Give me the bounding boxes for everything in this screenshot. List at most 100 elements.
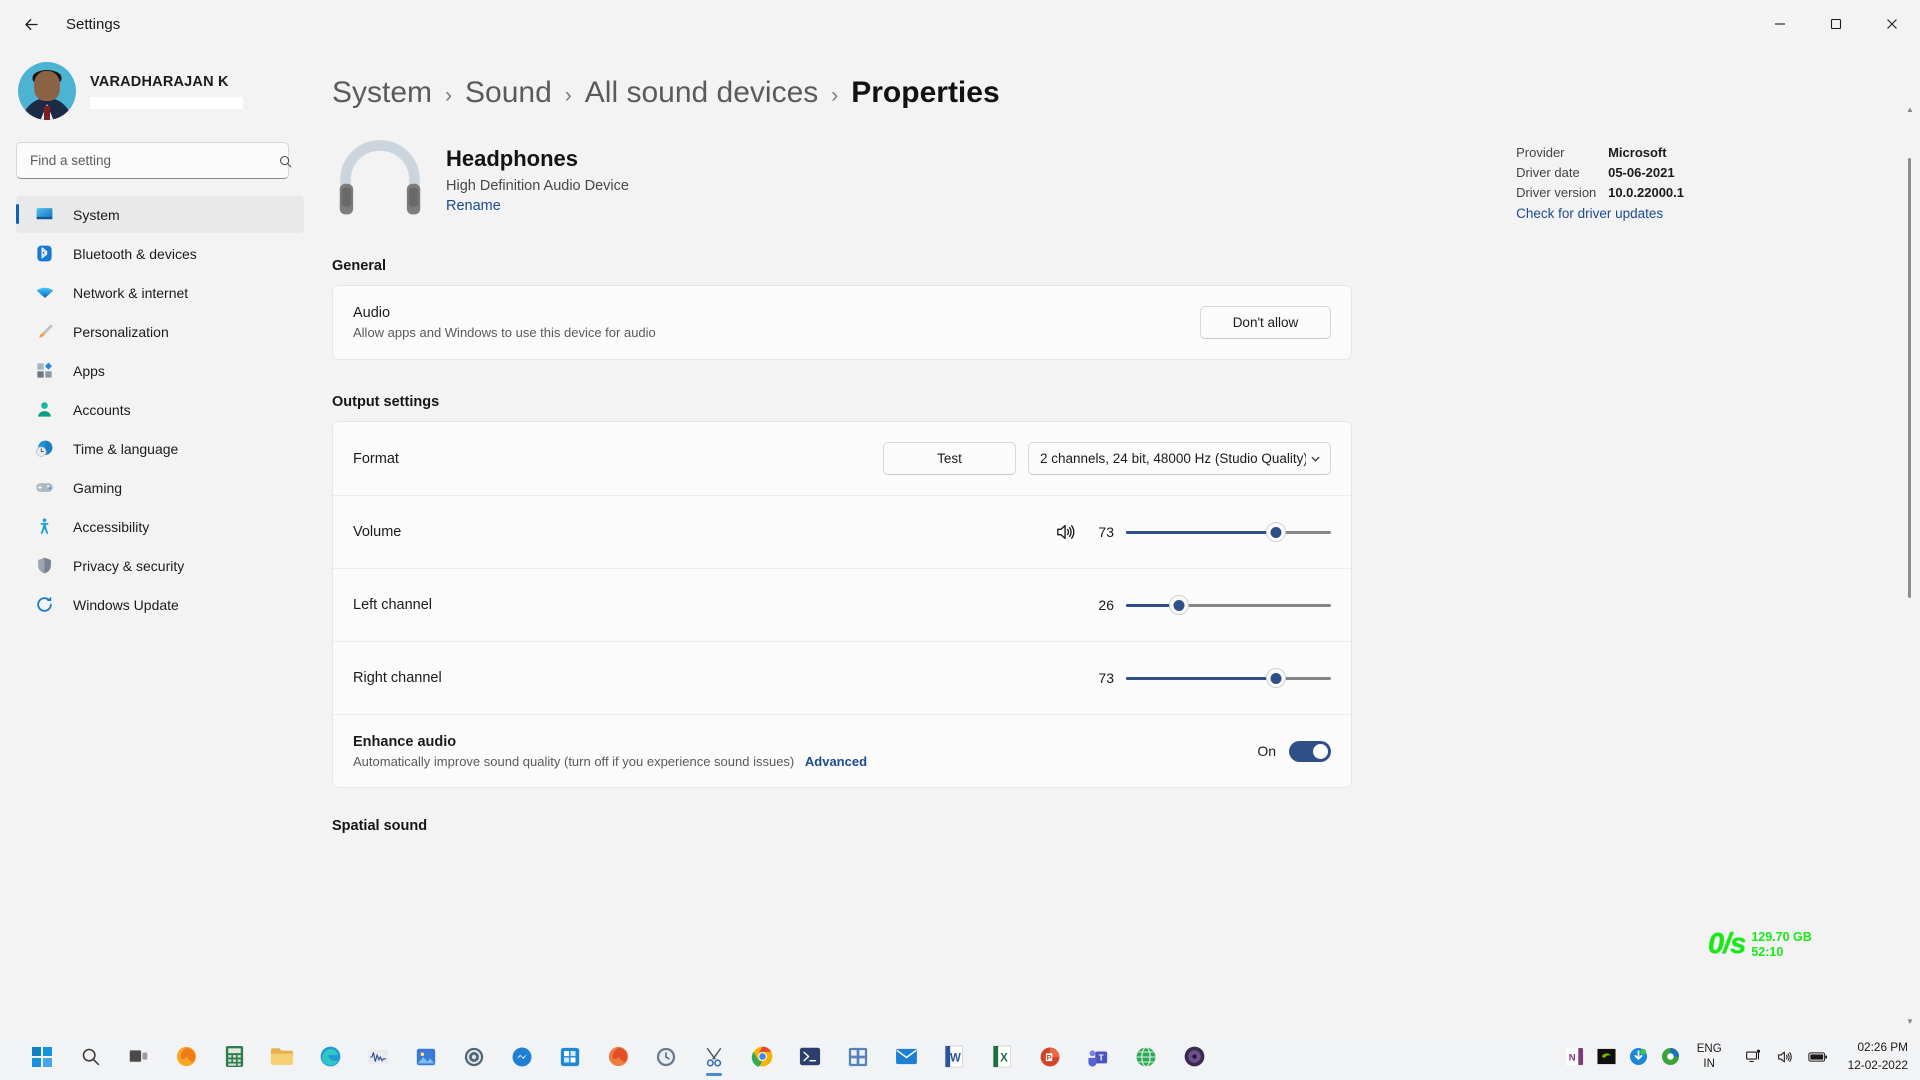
format-select[interactable]: 2 channels, 24 bit, 48000 Hz (Studio Qua… [1028, 442, 1331, 475]
dont-allow-button[interactable]: Don't allow [1200, 306, 1331, 339]
title-bar: Settings [0, 0, 1920, 48]
search-button[interactable] [68, 1037, 112, 1077]
volume-slider[interactable] [1126, 522, 1331, 542]
powerpoint-icon: P [1040, 1047, 1060, 1066]
search-button[interactable] [274, 150, 296, 172]
sidebar-item-label: Gaming [73, 479, 123, 496]
realplayer-tray-icon[interactable] [1658, 1044, 1684, 1070]
sidebar-item-accounts[interactable]: Accounts [16, 391, 304, 428]
file-explorer-button[interactable] [260, 1037, 304, 1077]
system-tray: N ENG IN 02:26 PM 12-02-2022 [1559, 1033, 1920, 1080]
main-content: System › Sound › All sound devices › Pro… [320, 48, 1920, 1033]
language-indicator[interactable]: ENG IN [1697, 1042, 1722, 1071]
left-channel-slider[interactable] [1126, 595, 1331, 615]
powershell-button[interactable] [788, 1037, 832, 1077]
snipping-tool-button[interactable] [692, 1037, 736, 1077]
svg-text:X: X [1000, 1052, 1008, 1064]
spatial-sound-section-title: Spatial sound [332, 818, 428, 834]
teams-icon: T [1088, 1049, 1108, 1067]
chrome-button[interactable] [740, 1037, 784, 1077]
right-channel-slider[interactable] [1126, 668, 1331, 688]
sidebar-item-privacy-security[interactable]: Privacy & security [16, 547, 304, 584]
photos-button[interactable] [404, 1037, 448, 1077]
teams-button[interactable]: T [1076, 1037, 1120, 1077]
close-button[interactable] [1864, 0, 1920, 48]
messenger-icon [512, 1047, 532, 1066]
calculator-button[interactable] [212, 1037, 256, 1077]
excel-button[interactable]: X [980, 1037, 1024, 1077]
edge-button[interactable] [308, 1037, 352, 1077]
scroll-down-icon[interactable]: ▼ [1906, 1018, 1914, 1026]
firefox-icon [608, 1046, 628, 1067]
rename-link[interactable]: Rename [446, 198, 501, 214]
right-channel-value: 73 [1098, 670, 1114, 686]
messenger-button[interactable] [500, 1037, 544, 1077]
network-icon[interactable] [1741, 1044, 1767, 1070]
enhance-audio-title: Enhance audio [353, 733, 457, 750]
clock-app-button[interactable] [644, 1037, 688, 1077]
photos-icon [416, 1048, 436, 1065]
left-channel-row: Left channel 26 [333, 568, 1351, 641]
scrollbar-thumb[interactable] [1908, 158, 1911, 598]
breadcrumb-item-system[interactable]: System [332, 76, 432, 110]
task-view-button[interactable] [116, 1037, 160, 1077]
test-button[interactable]: Test [883, 442, 1016, 475]
sidebar-item-bluetooth-devices[interactable]: Bluetooth & devices [16, 235, 304, 272]
sidebar-item-network-internet[interactable]: Network & internet [16, 274, 304, 311]
battery-icon[interactable] [1805, 1044, 1831, 1070]
firefox-button[interactable] [164, 1037, 208, 1077]
sidebar-item-accessibility[interactable]: Accessibility [16, 508, 304, 545]
left-channel-value: 26 [1098, 597, 1114, 613]
gear-icon [464, 1047, 484, 1066]
general-card: Audio Allow apps and Windows to use this… [332, 285, 1352, 360]
sidebar-item-label: Time & language [73, 440, 179, 457]
maximize-button[interactable] [1808, 0, 1864, 48]
sidebar-item-gaming[interactable]: Gaming [16, 469, 304, 506]
mail-button[interactable] [884, 1037, 928, 1077]
person-icon [34, 399, 55, 420]
wifi-icon [34, 282, 55, 303]
avatar [18, 62, 76, 120]
back-button[interactable] [14, 7, 48, 41]
search-input[interactable] [16, 142, 289, 179]
audacity-button[interactable] [356, 1037, 400, 1077]
enhance-audio-toggle[interactable] [1289, 740, 1331, 762]
sidebar-item-system[interactable]: System [16, 196, 304, 233]
sidebar-item-time-language[interactable]: Time & language [16, 430, 304, 467]
idm-tray-icon[interactable] [1626, 1044, 1652, 1070]
sidebar-item-windows-update[interactable]: Windows Update [16, 586, 304, 623]
settings-button[interactable] [452, 1037, 496, 1077]
advanced-link[interactable]: Advanced [805, 754, 867, 769]
minimize-button[interactable] [1752, 0, 1808, 48]
sidebar-item-apps[interactable]: Apps [16, 352, 304, 389]
chevron-right-icon: › [831, 84, 839, 107]
main-scrollbar[interactable]: ▲ ▼ [1904, 106, 1916, 1026]
clock[interactable]: 02:26 PM 12-02-2022 [1848, 1039, 1908, 1073]
store-button[interactable] [548, 1037, 592, 1077]
media-icon [1184, 1046, 1204, 1067]
powerpoint-button[interactable]: P [1028, 1037, 1072, 1077]
nvidia-tray-icon[interactable] [1594, 1044, 1620, 1070]
start-button[interactable] [20, 1037, 64, 1077]
profile-email-redacted [90, 96, 243, 109]
firefox2-button[interactable] [596, 1037, 640, 1077]
profile-name: VARADHARAJAN K [90, 73, 229, 90]
onenote-tray-icon[interactable]: N [1562, 1044, 1588, 1070]
breadcrumb-item-sound[interactable]: Sound [465, 76, 552, 110]
enhance-audio-subtitle: Automatically improve sound quality (tur… [353, 753, 795, 769]
terminal-icon [799, 1047, 821, 1066]
volume-icon[interactable] [1773, 1044, 1799, 1070]
sidebar-item-personalization[interactable]: Personalization [16, 313, 304, 350]
scroll-up-icon[interactable]: ▲ [1906, 106, 1914, 114]
chrome2-button[interactable] [1124, 1037, 1168, 1077]
sidebar-item-label: Personalization [73, 323, 169, 340]
media-player-button[interactable] [1172, 1037, 1216, 1077]
tray-status-icons[interactable] [1738, 1044, 1834, 1070]
breadcrumb-item-all-sound-devices[interactable]: All sound devices [585, 76, 818, 110]
snip-icon [706, 1047, 722, 1066]
calculator2-button[interactable] [836, 1037, 880, 1077]
grid-icon [848, 1047, 868, 1066]
word-button[interactable]: W [932, 1037, 976, 1077]
profile-section[interactable]: VARADHARAJAN K [18, 62, 320, 120]
check-driver-updates-link[interactable]: Check for driver updates [1516, 206, 1684, 221]
